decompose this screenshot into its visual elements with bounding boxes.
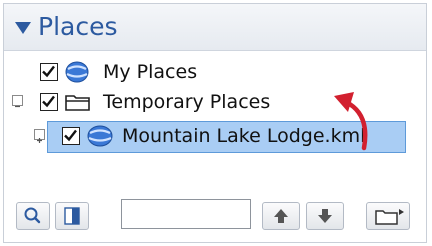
globe-icon bbox=[65, 61, 89, 83]
kml-globe-icon bbox=[87, 125, 113, 147]
tree-item-label: Temporary Places bbox=[103, 91, 271, 113]
search-icon bbox=[24, 207, 41, 224]
move-down-icon bbox=[318, 209, 332, 223]
panel-toggle-icon bbox=[64, 207, 80, 225]
places-header[interactable]: Places bbox=[4, 4, 426, 51]
mountain-lake-lodge-checkbox[interactable] bbox=[62, 127, 80, 145]
places-panel: Places My Places Temporary Places Mounta… bbox=[3, 3, 427, 243]
move-up-button[interactable] bbox=[262, 202, 300, 230]
my-places-checkbox[interactable] bbox=[40, 63, 58, 81]
panel-toggle-button[interactable] bbox=[55, 202, 89, 230]
folder-menu-icon bbox=[375, 209, 404, 225]
collapse-node-icon[interactable] bbox=[12, 95, 23, 108]
move-down-button[interactable] bbox=[306, 202, 344, 230]
temporary-places-checkbox[interactable] bbox=[40, 93, 58, 111]
checkmark-icon bbox=[42, 95, 55, 108]
move-up-icon bbox=[274, 209, 288, 223]
expand-node-icon[interactable] bbox=[34, 129, 45, 143]
checkmark-icon bbox=[42, 65, 55, 78]
collapse-arrow-icon[interactable] bbox=[15, 22, 31, 34]
search-input[interactable] bbox=[121, 199, 251, 229]
annotation-arrow-icon bbox=[334, 92, 368, 151]
tree-item-my-places[interactable]: My Places bbox=[4, 58, 424, 86]
folder-icon bbox=[65, 95, 90, 111]
folder-menu-button[interactable] bbox=[366, 202, 410, 230]
panel-title: Places bbox=[38, 12, 118, 41]
checkmark-icon bbox=[64, 129, 77, 142]
tree-item-label: My Places bbox=[103, 61, 198, 83]
search-button[interactable] bbox=[16, 202, 50, 230]
